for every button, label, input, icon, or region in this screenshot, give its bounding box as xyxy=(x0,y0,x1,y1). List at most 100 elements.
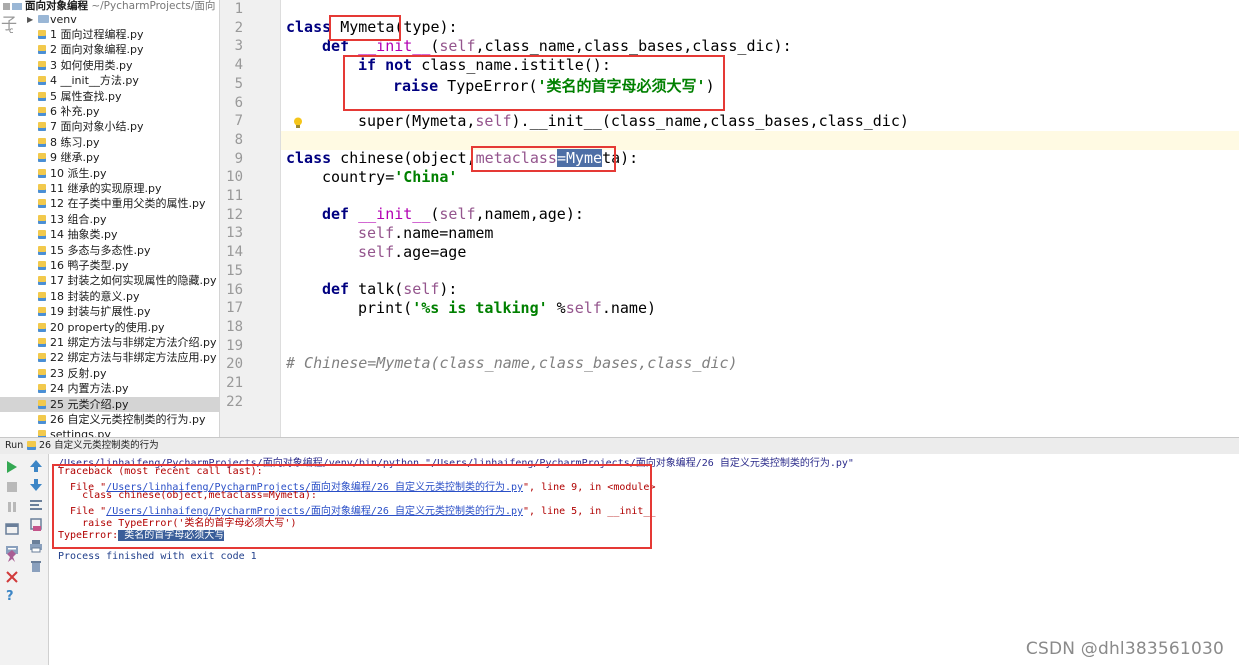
tree-item-label: 6 补充.py xyxy=(50,105,100,118)
help-icon[interactable]: ? xyxy=(6,590,20,604)
tree-item-label: 23 反射.py xyxy=(50,366,107,380)
line-number: 16 xyxy=(226,281,243,298)
tree-item-file[interactable]: 3 如何使用类.py xyxy=(0,58,219,73)
tree-item-file[interactable]: 16 鸭子类型.py xyxy=(0,258,219,273)
arrow-down-icon[interactable] xyxy=(29,478,43,492)
code-text: % xyxy=(547,299,566,317)
python-file-icon xyxy=(38,122,46,132)
line-number: 2 xyxy=(234,19,243,36)
code-editor[interactable]: 1 2 3 4 5 6 7 8 9 10 11 12 13 14 15 16 17 18 19 20 21 22 clas… xyxy=(220,0,1239,437)
python-file-icon xyxy=(38,399,46,409)
tree-item-label: 25 元类介绍.py xyxy=(50,397,129,411)
tree-item-file[interactable]: 21 绑定方法与非绑定方法介绍.py xyxy=(0,335,219,350)
code-line-16: def talk(self): xyxy=(322,280,457,298)
code-text: .age=age xyxy=(394,243,467,261)
run-console[interactable]: /Users/linhaifeng/PycharmProjects/面向对象编程… xyxy=(49,454,1239,665)
trash-icon[interactable] xyxy=(29,559,43,573)
layout-icon[interactable] xyxy=(5,522,19,536)
tree-item-file[interactable]: 23 反射.py xyxy=(0,366,219,381)
python-file-icon xyxy=(38,60,46,70)
stop-icon[interactable] xyxy=(5,480,19,494)
line-number: 17 xyxy=(226,300,243,317)
code-text: talk( xyxy=(349,280,404,298)
line-number: 8 xyxy=(234,131,243,148)
tree-item-label: 15 多态与多态性.py xyxy=(50,243,151,257)
tree-item-file[interactable]: 13 组合.py xyxy=(0,212,219,227)
tree-item-label: venv xyxy=(50,13,77,26)
tree-item-file[interactable]: 10 派生.py xyxy=(0,166,219,181)
lightbulb-icon[interactable] xyxy=(293,117,303,129)
scroll-to-end-icon[interactable] xyxy=(29,518,43,532)
run-label[interactable]: Run xyxy=(5,438,23,453)
tree-item-label: 16 鸭子类型.py xyxy=(50,259,129,272)
line-number: 20 xyxy=(226,356,243,373)
pin-icon[interactable] xyxy=(5,549,19,563)
python-file-icon xyxy=(38,322,46,332)
tree-item-label: 18 封装的意义.py xyxy=(50,289,140,303)
project-root-row[interactable]: 面向对象编程 ~/PycharmProjects/面向 xyxy=(0,0,219,12)
tree-item-file[interactable]: 15 多态与多态性.py xyxy=(0,243,219,258)
line-number: 21 xyxy=(226,375,243,391)
line-number: 9 xyxy=(234,150,243,167)
line-number: 19 xyxy=(226,337,243,354)
python-file-icon xyxy=(38,384,46,394)
print-icon[interactable] xyxy=(29,539,43,553)
tree-item-file[interactable]: 4 __init__方法.py xyxy=(0,73,219,88)
tree-item-file[interactable]: 6 补充.py xyxy=(0,104,219,119)
python-file-icon xyxy=(38,76,46,86)
watermark: CSDN @dhl383561030 xyxy=(1025,639,1224,659)
tree-item-file[interactable]: 20 property的使用.py xyxy=(0,320,219,335)
tree-item-file[interactable]: 19 封装与扩展性.py xyxy=(0,304,219,319)
tree-item-file[interactable]: 9 继承.py xyxy=(0,150,219,165)
tree-item-file[interactable]: 18 封装的意义.py xyxy=(0,289,219,304)
code-line-13: self.name=namem xyxy=(358,224,493,242)
code-text: ,namem,age): xyxy=(475,205,584,223)
code-string: '%s is talking' xyxy=(412,299,548,317)
tree-item-file[interactable]: 12 在子类中重用父类的属性.py xyxy=(0,196,219,211)
tree-item-label: 1 面向过程编程.py xyxy=(50,28,144,41)
tree-item-file[interactable]: 17 封装之如何实现属性的隐藏.py xyxy=(0,273,219,288)
tree-item-file[interactable]: 5 属性查找.py xyxy=(0,89,219,104)
tree-item-file[interactable]: 14 抽象类.py xyxy=(0,227,219,242)
line-number: 13 xyxy=(226,225,243,242)
tree-item-file[interactable]: 2 面向对象编程.py xyxy=(0,42,219,57)
chevron-right-icon: ▶ xyxy=(27,15,34,24)
code-keyword: def xyxy=(322,205,350,223)
tree-item-file[interactable]: 1 面向过程编程.py xyxy=(0,27,219,42)
soft-wrap-icon[interactable] xyxy=(29,498,43,512)
highlight-box xyxy=(471,146,616,172)
tree-item-label: settings.py xyxy=(50,428,111,437)
line-number: 14 xyxy=(226,244,243,261)
code-line-7: super(Mymeta,self).__init__(class_name,c… xyxy=(358,112,909,130)
run-config-title[interactable]: 26 自定义元类控制类的行为 xyxy=(39,438,159,453)
pause-icon[interactable] xyxy=(5,500,19,514)
tree-item-file[interactable]: 24 内置方法.py xyxy=(0,381,219,396)
code-line-10: country='China' xyxy=(322,168,457,186)
python-file-icon xyxy=(38,91,46,101)
tree-item-label: 11 继承的实现原理.py xyxy=(50,182,162,195)
python-file-icon xyxy=(38,107,46,116)
python-file-icon xyxy=(38,338,46,347)
self-keyword: self xyxy=(358,243,395,261)
tree-item-file[interactable]: 8 练习.py xyxy=(0,135,219,150)
tree-item-file[interactable]: 25 元类介绍.py xyxy=(0,396,219,412)
tree-item-label: 10 派生.py xyxy=(50,166,107,180)
tree-item-venv[interactable]: ▶ venv xyxy=(0,12,219,27)
tree-item-file[interactable]: 26 自定义元类控制类的行为.py xyxy=(0,412,219,427)
tree-item-file[interactable]: 11 继承的实现原理.py xyxy=(0,181,219,196)
tree-item-label: 22 绑定方法与非绑定方法应用.py xyxy=(50,351,217,365)
code-text: country= xyxy=(322,168,395,186)
arrow-up-icon[interactable] xyxy=(29,459,43,473)
tree-item-label: 5 属性查找.py xyxy=(50,89,122,103)
python-file-icon xyxy=(38,307,46,317)
tree-item-label: 13 组合.py xyxy=(50,212,107,226)
tree-item-file[interactable]: 22 绑定方法与非绑定方法应用.py xyxy=(0,350,219,365)
line-number: 15 xyxy=(226,262,243,279)
tree-item-label: 7 面向对象小结.py xyxy=(50,120,144,134)
tree-item-file[interactable]: 7 面向对象小结.py xyxy=(0,119,219,134)
rerun-icon[interactable] xyxy=(5,460,19,474)
tree-item-file[interactable]: settings.py xyxy=(0,427,219,437)
run-toolbar: ? xyxy=(0,454,49,665)
close-icon[interactable] xyxy=(5,570,19,584)
self-keyword: self xyxy=(403,280,440,298)
